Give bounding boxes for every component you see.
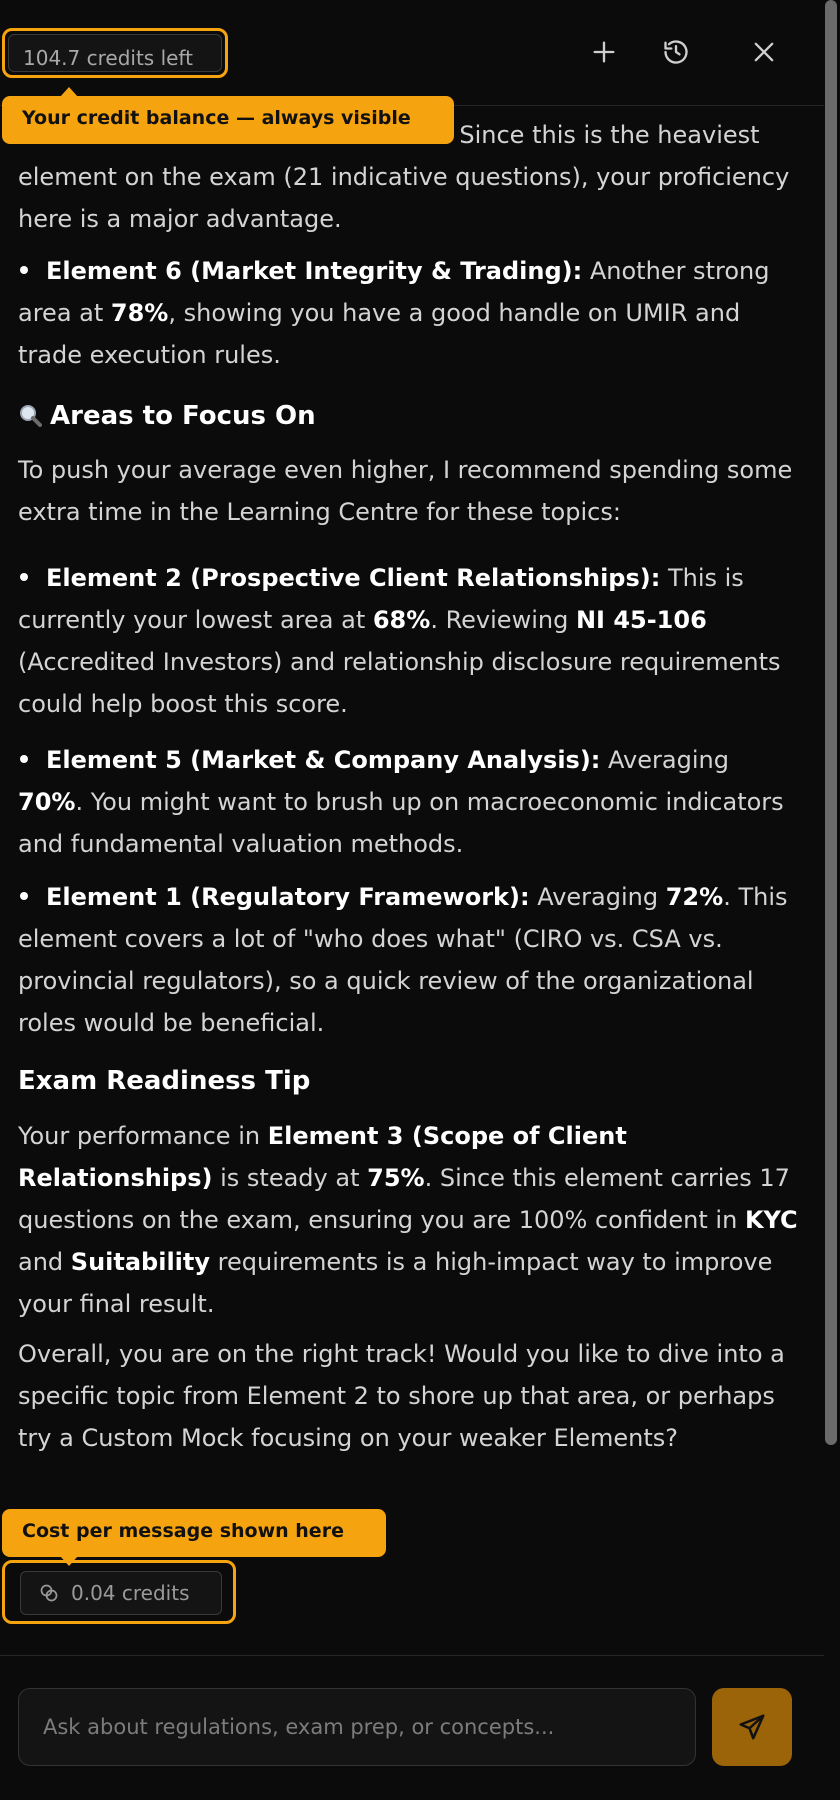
focus-item-element-5: Element 5 (Market & Company Analysis): A… (18, 746, 784, 858)
strength-item: Element 6 (Market Integrity & Trading): … (18, 257, 770, 369)
focus-item-element-1: Element 1 (Regulatory Framework): Averag… (18, 883, 788, 1037)
credits-left-label: 104.7 credits left (23, 46, 193, 70)
bullet-dot (20, 573, 28, 581)
message-cost-tooltip: Cost per message shown here (2, 1509, 386, 1566)
focus-heading: Areas to Focus On (18, 395, 316, 437)
scrollbar-thumb[interactable] (825, 0, 837, 1445)
credits-balance-pill[interactable]: 104.7 credits left (8, 34, 222, 72)
send-button[interactable] (712, 1688, 792, 1766)
bullet-dot (20, 892, 28, 900)
message-cost-label: 0.04 credits (71, 1581, 190, 1605)
focus-item-element-2: Element 2 (Prospective Client Relationsh… (18, 564, 781, 718)
bullet-dot (20, 755, 28, 763)
message-cost-highlight: 0.04 credits (2, 1560, 236, 1624)
plus-icon (593, 41, 615, 63)
closing-paragraph: Overall, you are on the right track! Wou… (18, 1340, 785, 1452)
scrollbar[interactable] (824, 0, 840, 1800)
composer (18, 1688, 696, 1766)
credits-balance-highlight: 104.7 credits left (2, 28, 228, 78)
focus-intro: To push your average even higher, I reco… (18, 456, 793, 526)
credit-balance-tooltip: Your credit balance — always visible (2, 87, 454, 144)
close-button[interactable] (744, 32, 784, 72)
tip-heading: Exam Readiness Tip (18, 1066, 311, 1096)
chat-header: 104.7 credits left (0, 0, 824, 106)
coins-icon (40, 1584, 58, 1602)
message-input[interactable] (19, 1689, 695, 1765)
composer-divider (0, 1655, 824, 1656)
tip-paragraph: Your performance in Element 3 (Scope of … (18, 1122, 798, 1318)
history-icon (664, 40, 688, 64)
send-icon (739, 1714, 765, 1740)
new-chat-button[interactable] (584, 32, 624, 72)
magnifier-icon (18, 398, 42, 427)
history-button[interactable] (656, 32, 696, 72)
close-icon (754, 42, 774, 62)
bullet-dot (20, 266, 28, 274)
message-cost-chip: 0.04 credits (20, 1571, 222, 1615)
